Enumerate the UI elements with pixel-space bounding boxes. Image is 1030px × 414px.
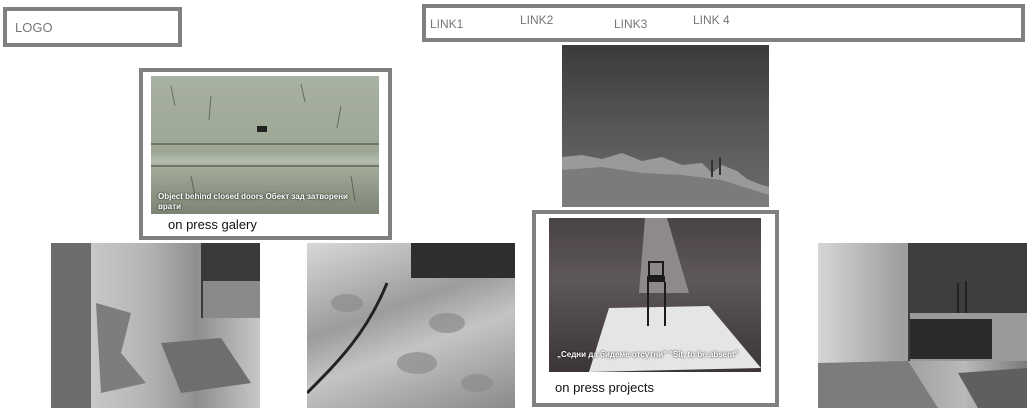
wall-texture-3 [818, 243, 1027, 408]
nav-link-2[interactable]: LINK2 [520, 13, 553, 27]
stone-wall-photo[interactable] [307, 243, 515, 408]
closed-door-photo: Object behind closed doors Обект зад зат… [151, 76, 379, 214]
wall-texture-1 [51, 243, 260, 408]
gallery-caption[interactable]: on press galery [168, 217, 257, 232]
chair-on-road-photo: „Седни да бидеме отсутни" "Sit, to be ab… [549, 218, 761, 372]
chair-road-graphic [589, 218, 761, 372]
press-projects-card[interactable]: „Седни да бидеме отсутни" "Sit, to be ab… [532, 210, 779, 407]
logo-box[interactable]: LOGO [3, 7, 182, 47]
weathered-wall-photo-2[interactable] [818, 243, 1027, 408]
projects-caption[interactable]: on press projects [555, 380, 654, 395]
wall-texture-2 [307, 243, 515, 395]
ruins-wall-graphic [562, 153, 769, 207]
nav-link-4[interactable]: LINK 4 [693, 13, 730, 27]
press-gallery-card[interactable]: Object behind closed doors Обект зад зат… [139, 68, 392, 240]
weathered-wall-photo-1[interactable] [51, 243, 260, 408]
gallery-overlay-text: Object behind closed doors Обект зад зат… [158, 192, 348, 211]
nav-bar: LINK1 LINK2 LINK3 LINK 4 [422, 4, 1025, 42]
logo-text: LOGO [15, 20, 53, 35]
ruins-sky-photo[interactable] [562, 45, 769, 207]
nav-link-1[interactable]: LINK1 [430, 17, 463, 31]
projects-overlay-text: „Седни да бидеме отсутни" "Sit, to be ab… [557, 350, 739, 359]
nav-link-3[interactable]: LINK3 [614, 17, 647, 31]
